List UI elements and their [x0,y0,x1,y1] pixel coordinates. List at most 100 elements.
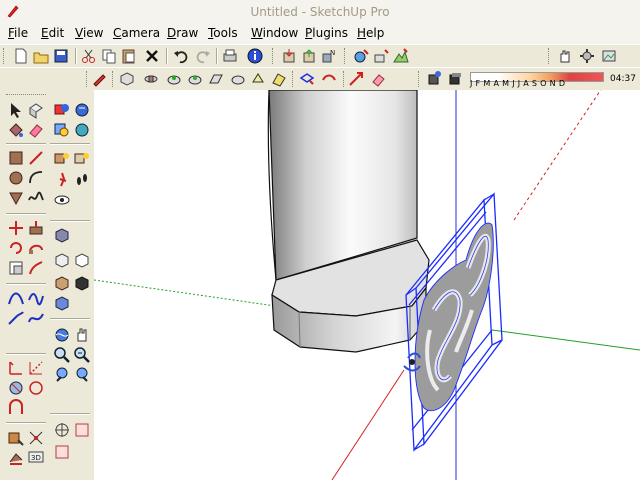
curve-tool-icon[interactable] [6,288,26,308]
walk-person-icon[interactable] [52,170,72,190]
text-tool-icon[interactable] [26,378,46,398]
monochrome-box-icon[interactable] [52,293,72,313]
tape-measure-icon[interactable] [6,358,26,378]
model-info-icon[interactable] [246,47,264,65]
menu-tools[interactable]: Tools [208,26,238,40]
right-view-icon[interactable] [186,70,204,88]
new-file-icon[interactable] [12,47,30,65]
image-icon[interactable] [600,47,618,65]
component-icon[interactable] [52,442,72,462]
section-cut-icon[interactable] [320,70,338,88]
menu-camera[interactable]: Camera [113,26,160,40]
modeling-viewport[interactable] [94,90,640,480]
freehand-icon[interactable] [26,188,46,208]
axes-tool-icon[interactable] [347,70,365,88]
label-icon[interactable] [26,428,46,448]
column-model[interactable] [267,90,430,353]
place-model-icon[interactable] [372,47,390,65]
pan-icon[interactable] [72,100,92,120]
left-view-icon[interactable] [229,70,247,88]
get-models-icon[interactable] [280,47,298,65]
shadow-toggle-icon[interactable] [425,70,443,88]
arc-icon[interactable] [26,168,46,188]
zoom-extents-icon[interactable] [72,345,92,365]
redo-icon[interactable] [194,47,212,65]
protractor-icon[interactable] [6,378,26,398]
copy-icon[interactable] [100,47,118,65]
menu-view[interactable]: View [75,26,103,40]
share-model-icon[interactable] [300,47,318,65]
image-3d-icon[interactable]: 3D [26,448,46,468]
pan-hand-icon[interactable] [72,325,92,345]
line-icon[interactable] [26,148,46,168]
move-icon[interactable] [6,218,26,238]
menu-edit[interactable]: Edit [41,26,64,40]
next-view-icon[interactable] [72,365,92,385]
section-plane-icon[interactable] [298,70,316,88]
follow-me-icon[interactable] [26,238,46,258]
circle-icon[interactable] [6,168,26,188]
section-box-icon[interactable] [52,225,72,245]
menu-help[interactable]: Help [357,26,384,40]
offset-icon[interactable] [26,258,46,278]
look-around-icon[interactable] [72,148,92,168]
back-view-icon[interactable] [207,70,225,88]
sandbox-icon[interactable] [72,420,92,440]
previous-view-icon[interactable] [52,365,72,385]
shaded-box-icon[interactable] [52,273,72,293]
wireframe-box-icon[interactable] [72,250,92,270]
top-view-icon[interactable] [142,70,160,88]
google-earth-icon[interactable] [352,47,370,65]
save-icon[interactable] [52,47,70,65]
walk-icon[interactable] [72,120,92,140]
paint-bucket-icon[interactable] [6,120,26,140]
textured-style-icon[interactable] [270,70,288,88]
section-tool-icon[interactable] [52,420,72,440]
paint-icon[interactable] [6,448,26,468]
settings-icon[interactable] [578,47,596,65]
spline-icon[interactable] [6,308,26,328]
terrain-icon[interactable] [392,47,410,65]
menu-window[interactable]: Window [251,26,298,40]
orbit-icon[interactable] [52,100,72,120]
eraser-icon[interactable] [369,70,387,88]
toolbar-grip[interactable] [3,48,7,64]
share-component-icon[interactable]: N [320,47,338,65]
bezier-icon[interactable] [26,288,46,308]
dimension-icon[interactable] [26,358,46,378]
polygon-icon[interactable] [6,188,26,208]
axes-icon[interactable] [6,398,26,418]
zoom-window-icon[interactable] [52,120,72,140]
cut-icon[interactable] [80,47,98,65]
menu-file[interactable]: File [8,26,28,40]
textured-box-icon[interactable] [72,273,92,293]
rectangle-icon[interactable] [6,148,26,168]
select-arrow-icon[interactable] [6,100,26,120]
scale-icon[interactable] [6,258,26,278]
print-icon[interactable] [221,47,239,65]
erase-icon[interactable] [143,47,161,65]
undo-icon[interactable] [172,47,190,65]
rotate-icon[interactable] [6,238,26,258]
selected-ornament-group[interactable] [403,192,503,452]
polyline-icon[interactable] [26,308,46,328]
eye-icon[interactable] [52,190,72,210]
shaded-style-icon[interactable] [249,70,267,88]
eraser-tool-icon[interactable] [26,120,46,140]
open-file-icon[interactable] [32,47,50,65]
zoom-icon[interactable] [52,345,72,365]
front-view-icon[interactable] [165,70,183,88]
menu-draw[interactable]: Draw [167,26,198,40]
shadow-settings-icon[interactable] [446,70,464,88]
paste-icon[interactable] [120,47,138,65]
push-pull-icon[interactable] [26,218,46,238]
3d-text-icon[interactable] [6,428,26,448]
position-camera-icon[interactable] [52,148,72,168]
xray-box-icon[interactable] [52,250,72,270]
pencil-icon[interactable] [90,70,108,88]
menu-plugins[interactable]: Plugins [305,26,348,40]
make-component-icon[interactable] [26,100,46,120]
hand-icon[interactable] [556,47,574,65]
orbit-tool-icon[interactable] [52,325,72,345]
iso-view-icon[interactable] [118,70,136,88]
